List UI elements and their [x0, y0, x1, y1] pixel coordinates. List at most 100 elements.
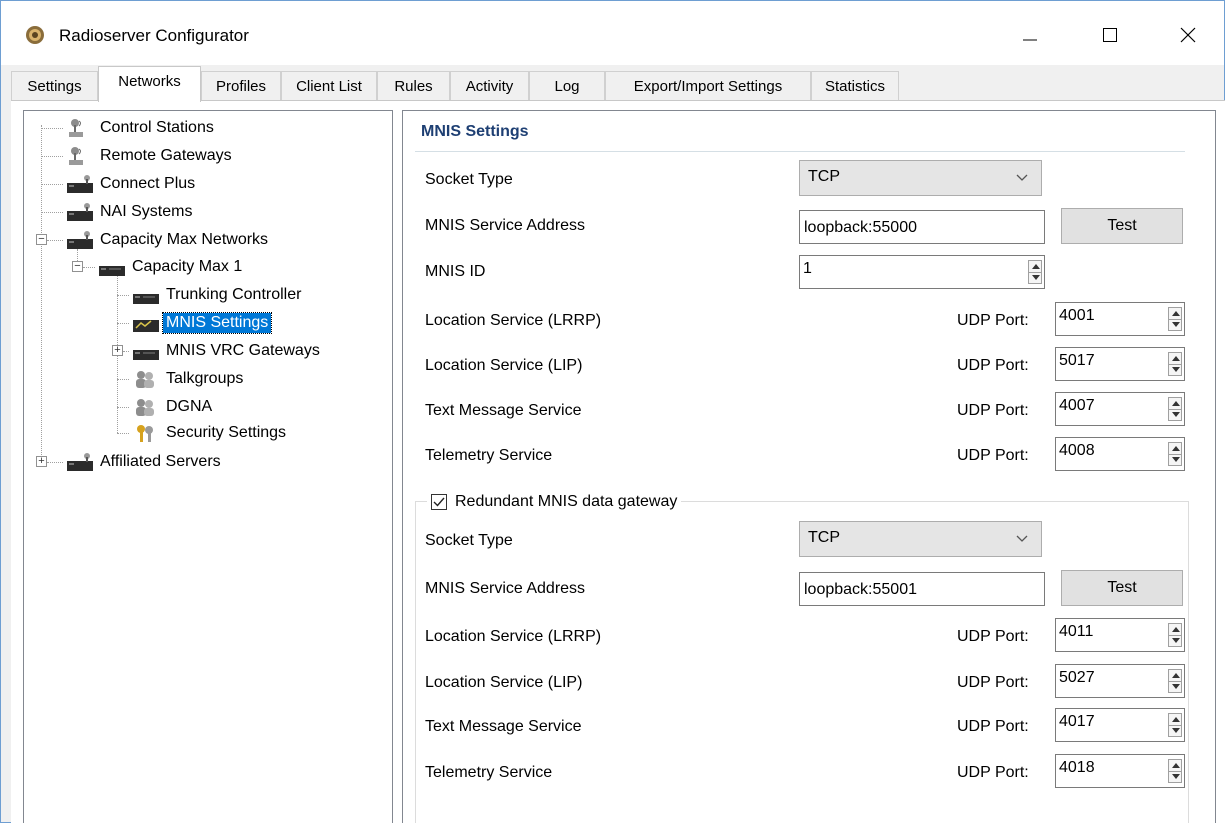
spin-arrows-icon[interactable] [1168, 713, 1182, 737]
tree-connector [117, 323, 129, 324]
minimize-icon [1023, 39, 1037, 41]
redundant-gateway-checkbox[interactable]: Redundant MNIS data gateway [427, 490, 682, 514]
service-address-label: MNIS Service Address [425, 580, 586, 597]
tree-item-mnis-vrc-gateways[interactable]: MNIS VRC Gateways [131, 339, 323, 363]
tree-connector [47, 240, 63, 241]
tree-item-label: Remote Gateways [100, 147, 232, 164]
tree-item-affiliated-servers[interactable]: Affiliated Servers [65, 450, 224, 474]
tree-item-label: Capacity Max Networks [100, 231, 269, 248]
tab-export-import-settings[interactable]: Export/Import Settings [605, 71, 811, 101]
tab-settings[interactable]: Settings [11, 71, 98, 101]
udp-port-stepper[interactable]: 5027 [1055, 664, 1185, 698]
expand-affiliated-servers-toggle[interactable]: + [36, 456, 47, 467]
udp-port-stepper[interactable]: 4011 [1055, 618, 1185, 652]
service-label: Location Service (LIP) [425, 357, 583, 374]
tree-item-mnis-settings[interactable]: MNIS Settings [131, 311, 273, 335]
udp-port-value: 4017 [1059, 713, 1095, 730]
tree-connector [41, 156, 63, 157]
maximize-icon [1103, 28, 1117, 42]
tree-connector [117, 407, 129, 408]
udp-port-stepper[interactable]: 4008 [1055, 437, 1185, 471]
service-label: Telemetry Service [425, 447, 553, 464]
tab-activity[interactable]: Activity [450, 71, 529, 101]
spin-arrows-icon[interactable] [1168, 442, 1182, 466]
tree-item-dgna[interactable]: DGNA [131, 395, 215, 419]
tab-networks[interactable]: Networks [98, 66, 201, 102]
expand-mnis-vrc-gateways-toggle[interactable]: + [112, 345, 123, 356]
collapse-capacity-max-1-toggle[interactable]: − [72, 261, 83, 272]
udp-port-value: 5027 [1059, 669, 1095, 686]
service-label: Location Service (LIP) [425, 674, 583, 691]
network-device-icon [67, 453, 93, 471]
service-label: Location Service (LRRP) [425, 628, 602, 645]
tree-connector [47, 462, 63, 463]
redundant-gateway-label: Redundant MNIS data gateway [455, 493, 678, 510]
mnis-id-stepper[interactable]: 1 [799, 255, 1045, 289]
network-device-icon [67, 203, 93, 221]
test-button[interactable]: Test [1061, 208, 1183, 244]
service-address-input[interactable]: loopback:55000 [799, 210, 1045, 244]
tree-item-remote-gateways[interactable]: Remote Gateways [65, 144, 235, 168]
tree-item-connect-plus[interactable]: Connect Plus [65, 172, 198, 196]
service-label: Text Message Service [425, 718, 582, 735]
service-address-label: MNIS Service Address [425, 217, 586, 234]
chevron-down-icon [1016, 174, 1028, 181]
spin-arrows-icon[interactable] [1168, 759, 1182, 783]
tree-item-control-stations[interactable]: Control Stations [65, 116, 217, 140]
tree-item-trunking-controller[interactable]: Trunking Controller [131, 283, 304, 307]
udp-port-value: 4018 [1059, 759, 1095, 776]
tree-item-talkgroups[interactable]: Talkgroups [131, 367, 246, 391]
tree-item-security-settings[interactable]: Security Settings [131, 421, 289, 445]
tree-connector [117, 295, 129, 296]
title-bar: Radioserver Configurator [1, 1, 1224, 65]
tree-item-capacity-max-1[interactable]: Capacity Max 1 [97, 255, 245, 279]
close-button[interactable] [1165, 15, 1211, 55]
spin-arrows-icon[interactable] [1168, 307, 1182, 331]
spin-arrows-icon[interactable] [1168, 623, 1182, 647]
tree-item-label: Control Stations [100, 119, 214, 136]
tree-connector [117, 433, 129, 434]
udp-port-stepper[interactable]: 4007 [1055, 392, 1185, 426]
spin-arrows-icon[interactable] [1168, 397, 1182, 421]
tree-item-capacity-max-networks[interactable]: Capacity Max Networks [65, 228, 271, 252]
tab-rules[interactable]: Rules [377, 71, 450, 101]
udp-port-value: 4011 [1059, 623, 1094, 640]
redundant-service-address-input[interactable]: loopback:55001 [799, 572, 1045, 606]
tree-item-nai-systems[interactable]: NAI Systems [65, 200, 195, 224]
redundant-socket-type-select[interactable]: TCP [799, 521, 1042, 557]
antenna-tower-icon [69, 119, 83, 137]
tree-connector [123, 351, 129, 352]
udp-port-label: UDP Port: [957, 312, 1029, 329]
redundant-test-button[interactable]: Test [1061, 570, 1183, 606]
spin-arrows-icon[interactable] [1168, 352, 1182, 376]
tree-connector [41, 125, 42, 467]
socket-type-label: Socket Type [425, 171, 513, 188]
tab-profiles[interactable]: Profiles [201, 71, 281, 101]
tree-item-label: Trunking Controller [166, 286, 302, 303]
tab-log[interactable]: Log [529, 71, 605, 101]
tree-item-label: NAI Systems [100, 203, 193, 220]
maximize-button[interactable] [1087, 15, 1133, 55]
mnis-id-value: 1 [803, 260, 812, 277]
udp-port-label: UDP Port: [957, 674, 1029, 691]
minimize-button[interactable] [1007, 15, 1053, 55]
udp-port-stepper[interactable]: 5017 [1055, 347, 1185, 381]
udp-port-stepper[interactable]: 4017 [1055, 708, 1185, 742]
collapse-capacity-max-networks-toggle[interactable]: − [36, 234, 47, 245]
socket-type-select[interactable]: TCP [799, 160, 1042, 196]
udp-port-value: 4008 [1059, 442, 1095, 459]
mnis-id-label: MNIS ID [425, 263, 486, 280]
divider [415, 151, 1185, 152]
udp-port-stepper[interactable]: 4018 [1055, 754, 1185, 788]
tree-connector [41, 212, 63, 213]
tab-client-list[interactable]: Client List [281, 71, 377, 101]
spin-arrows-icon[interactable] [1028, 260, 1042, 284]
mnis-device-icon [133, 320, 159, 332]
udp-port-stepper[interactable]: 4001 [1055, 302, 1185, 336]
tab-statistics[interactable]: Statistics [811, 71, 899, 101]
users-icon [136, 399, 154, 416]
spin-arrows-icon[interactable] [1168, 669, 1182, 693]
tree-item-label: MNIS Settings [161, 312, 273, 334]
service-label: Telemetry Service [425, 764, 553, 781]
udp-port-label: UDP Port: [957, 402, 1029, 419]
